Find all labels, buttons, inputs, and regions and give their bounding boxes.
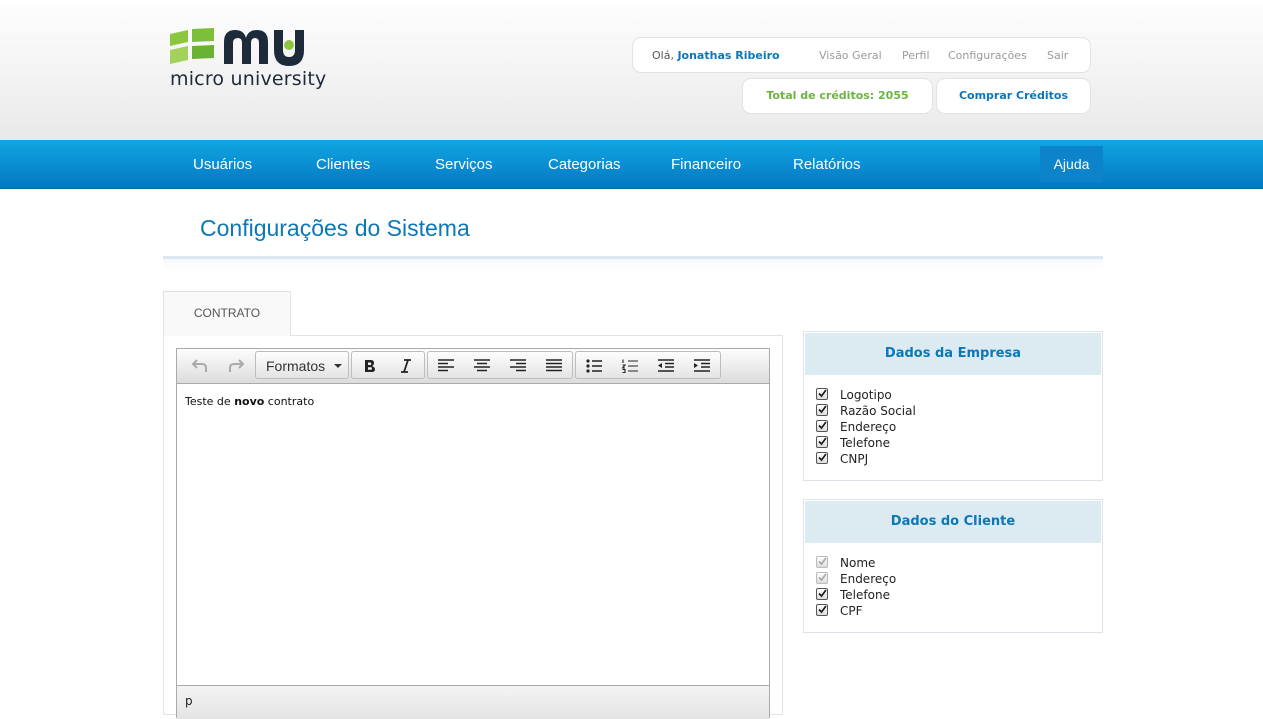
check-icon [818, 557, 827, 566]
greeting: Olá, Jonathas Ribeiro [652, 49, 780, 62]
checkbox[interactable] [816, 604, 828, 616]
check-icon [818, 437, 827, 446]
redo-icon [229, 358, 245, 372]
checkbox[interactable] [816, 436, 828, 448]
checkbox[interactable] [816, 420, 828, 432]
align-left-button[interactable] [428, 352, 464, 378]
formats-label: Formatos [266, 358, 326, 374]
bullet-list-button[interactable] [576, 352, 612, 378]
link-configuracoes[interactable]: Configurações [948, 49, 1027, 62]
check-icon [818, 573, 827, 582]
list-group [575, 351, 721, 379]
nav-item-relatorios[interactable]: Relatórios [793, 156, 861, 173]
checkbox-label: Endereço [840, 420, 897, 434]
align-center-button[interactable] [464, 352, 500, 378]
editor-content[interactable]: Teste de novo contrato [185, 395, 314, 408]
panel-dados-empresa: Dados da Empresa Logotipo Razão Social E… [803, 331, 1103, 481]
nav-item-clientes[interactable]: Clientes [316, 156, 370, 173]
help-button[interactable]: Ajuda [1040, 146, 1103, 182]
checkbox-label: Logotipo [840, 388, 892, 402]
editor-toolbar: Formatos [177, 349, 769, 384]
nav-item-usuarios[interactable]: Usuários [193, 156, 252, 173]
nav-item-servicos[interactable]: Serviços [435, 156, 493, 173]
bold-button[interactable] [352, 352, 388, 378]
checkbox-disabled [816, 572, 828, 584]
panel-title-cliente: Dados do Cliente [805, 501, 1101, 543]
numbered-list-icon [621, 359, 638, 373]
checkbox-label: CNPJ [840, 452, 869, 466]
checkbox[interactable] [816, 452, 828, 464]
bullet-list-icon [586, 358, 602, 373]
checkbox[interactable] [816, 588, 828, 600]
greeting-prefix: Olá, [652, 49, 674, 62]
user-name[interactable]: Jonathas Ribeiro [677, 49, 779, 62]
content-text-before: Teste de [185, 395, 235, 408]
check-icon [818, 605, 827, 614]
element-path[interactable]: p [185, 694, 193, 708]
check-icon [818, 405, 827, 414]
check-icon [818, 453, 827, 462]
indent-button[interactable] [684, 352, 720, 378]
bold-icon [365, 359, 375, 372]
content-text-bold: novo [234, 395, 265, 408]
link-sair[interactable]: Sair [1047, 49, 1068, 62]
checkbox[interactable] [816, 404, 828, 416]
rich-text-editor: Formatos Teste de novo contrato p [176, 348, 770, 719]
link-visao-geral[interactable]: Visão Geral [819, 49, 882, 62]
check-icon [818, 421, 827, 430]
checkbox[interactable] [816, 388, 828, 400]
tab-contrato[interactable]: CONTRATO [163, 291, 291, 336]
redo-button[interactable] [218, 352, 254, 378]
outdent-button[interactable] [648, 352, 684, 378]
align-justify-icon [546, 359, 562, 372]
align-center-icon [474, 359, 490, 372]
nav-item-categorias[interactable]: Categorias [548, 156, 621, 173]
italic-icon [401, 358, 411, 373]
panel-dados-cliente: Dados do Cliente Nome Endereço Telefone … [803, 499, 1103, 633]
checkbox-disabled [816, 556, 828, 568]
nav-item-financeiro[interactable]: Financeiro [671, 156, 741, 173]
caret-down-icon [334, 364, 342, 368]
checkbox-label: Razão Social [840, 404, 916, 418]
checkbox-label: Nome [840, 556, 876, 570]
outdent-icon [658, 358, 674, 372]
header: micro university Olá, Jonathas Ribeiro V… [0, 0, 1263, 140]
align-right-icon [510, 359, 526, 372]
page-title: Configurações do Sistema [200, 215, 470, 241]
checkbox-label: Telefone [840, 436, 890, 450]
numbered-list-button[interactable] [612, 352, 648, 378]
checkbox-label: Endereço [840, 572, 897, 586]
style-group [351, 351, 425, 379]
undo-icon [191, 358, 207, 372]
undo-button[interactable] [182, 352, 218, 378]
content-text-after: contrato [264, 395, 315, 408]
align-justify-button[interactable] [536, 352, 572, 378]
logo-mark-icon [170, 28, 304, 66]
user-box: Olá, Jonathas Ribeiro Visão Geral Perfil… [632, 37, 1091, 73]
logo[interactable]: micro university [168, 28, 328, 98]
italic-button[interactable] [388, 352, 424, 378]
link-perfil[interactable]: Perfil [902, 49, 930, 62]
checkbox-label: Telefone [840, 588, 890, 602]
check-icon [818, 389, 827, 398]
indent-icon [694, 358, 710, 372]
checkbox-label: CPF [840, 604, 863, 618]
credits-total: Total de créditos: 2055 [742, 78, 933, 114]
buy-credits-button[interactable]: Comprar Créditos [936, 78, 1091, 114]
editor-statusbar: p [177, 685, 769, 719]
alignment-group [427, 351, 573, 379]
align-right-button[interactable] [500, 352, 536, 378]
check-icon [818, 589, 827, 598]
formats-dropdown[interactable]: Formatos [255, 351, 349, 379]
logo-text: micro university [170, 68, 327, 90]
align-left-icon [438, 359, 454, 372]
panel-title-empresa: Dados da Empresa [805, 333, 1101, 375]
history-group [179, 351, 253, 379]
title-divider-shadow [163, 259, 1103, 271]
